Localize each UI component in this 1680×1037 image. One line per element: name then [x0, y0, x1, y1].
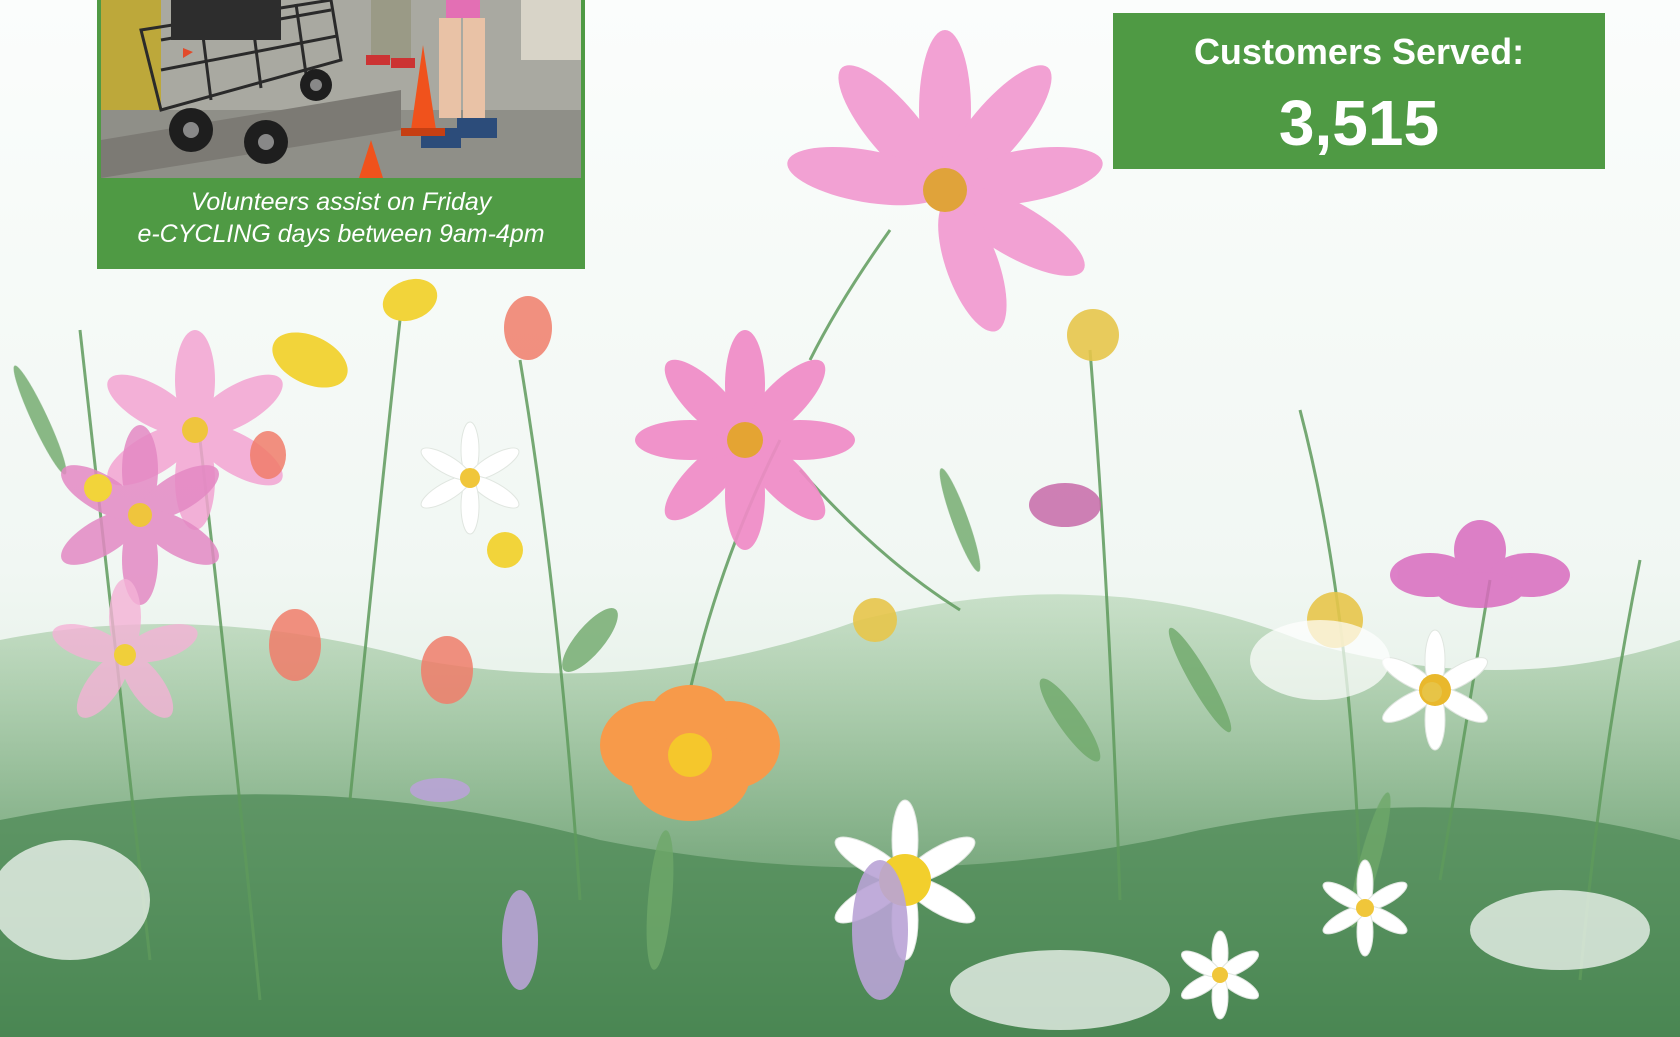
customers-served-value: 3,515	[1278, 87, 1440, 159]
volunteer-photo	[101, 0, 581, 178]
customers-served-label: Customers Served:	[1193, 31, 1525, 72]
photo-caption: Volunteers assist on Friday e-CYCLING da…	[97, 186, 585, 250]
volunteer-photo-card: Volunteers assist on Friday e-CYCLING da…	[97, 0, 585, 269]
customers-served-card: Customers Served: 3,515	[1113, 13, 1605, 169]
caption-line-1: Volunteers assist on Friday	[190, 188, 492, 216]
caption-line-2: e-CYCLING days between 9am-4pm	[137, 220, 545, 248]
